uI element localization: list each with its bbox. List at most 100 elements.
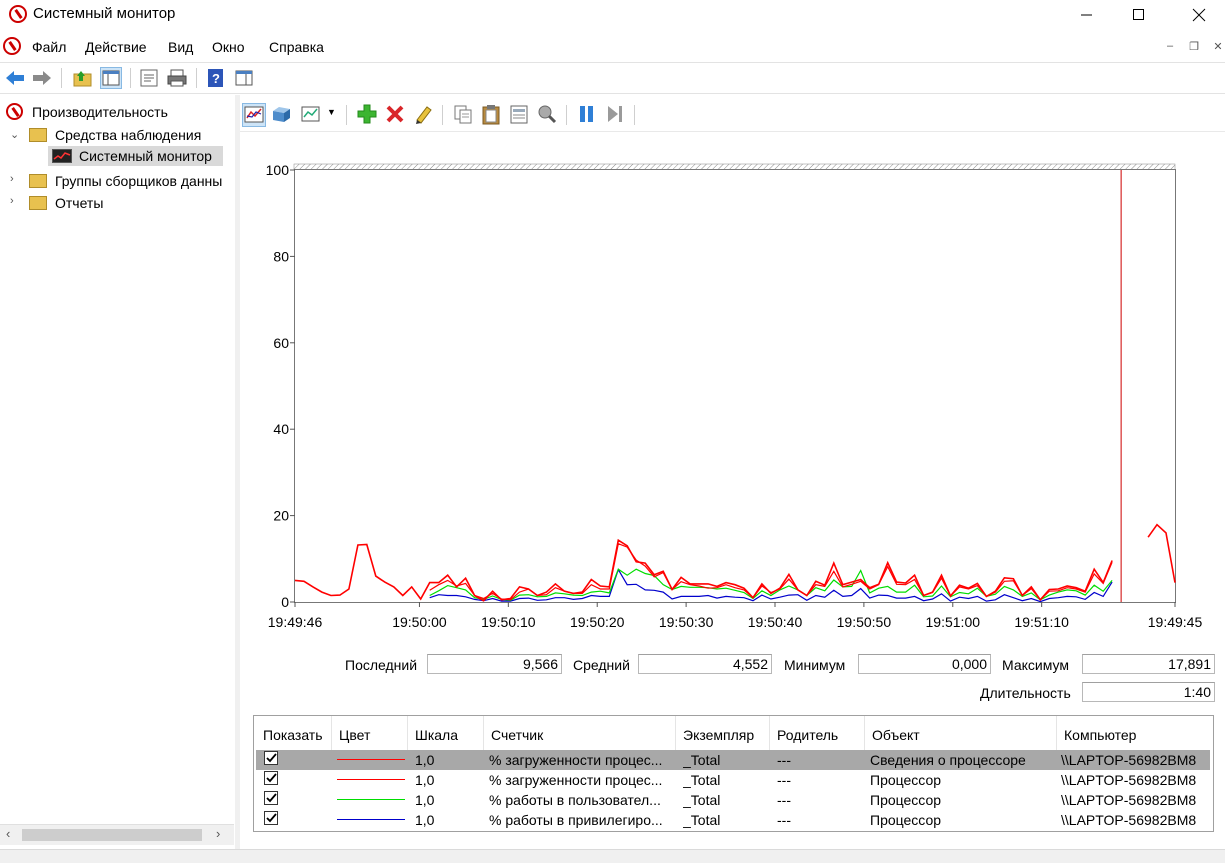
column-header-instance[interactable]: Экземпляр: [683, 727, 754, 743]
freeze-display-button[interactable]: [576, 103, 600, 127]
minimize-icon: [1081, 14, 1092, 16]
menu-view[interactable]: Вид: [168, 39, 193, 55]
column-header-parent[interactable]: Родитель: [777, 727, 838, 743]
x-tick-label: 19:49:45: [1148, 614, 1203, 630]
legend-row[interactable]: 1,0 % загруженности процес... _Total ---…: [256, 770, 1210, 790]
computer-cell: \\LAPTOP-56982BM8: [1061, 772, 1197, 788]
collapsed-chevron-icon[interactable]: ›: [10, 195, 14, 207]
legend-row-selected[interactable]: 1,0 % загруженности процес... _Total ---…: [256, 750, 1210, 770]
mmc-menu-icon[interactable]: [3, 37, 21, 55]
menu-window[interactable]: Окно: [212, 39, 245, 55]
column-header-color[interactable]: Цвет: [339, 727, 370, 743]
menu-action[interactable]: Действие: [85, 39, 147, 55]
counter-cell: % работы в пользовател...: [489, 792, 661, 808]
column-header-show[interactable]: Показать: [263, 727, 323, 743]
show-action-pane-button[interactable]: [233, 67, 255, 89]
scroll-left-icon[interactable]: ‹: [6, 826, 10, 841]
collapsed-chevron-icon[interactable]: ›: [10, 173, 14, 185]
scale-cell: 1,0: [415, 752, 435, 768]
child-restore-button[interactable]: ❐: [1184, 40, 1204, 56]
instance-cell: _Total: [683, 812, 721, 828]
last-label: Последний: [345, 657, 418, 673]
menu-help[interactable]: Справка: [269, 39, 324, 55]
counter-legend: Показать Цвет Шкала Счетчик Экземпляр Ро…: [253, 715, 1214, 832]
back-button[interactable]: [4, 67, 26, 89]
properties-button[interactable]: [508, 103, 532, 127]
update-data-button[interactable]: [604, 103, 628, 127]
object-cell: Сведения о процессоре: [870, 752, 1026, 768]
help-icon: ?: [208, 69, 223, 87]
tree-item-system-monitor[interactable]: Системный монитор: [48, 146, 223, 166]
main-toolbar: ?: [0, 62, 1225, 94]
parent-cell: ---: [777, 812, 791, 828]
column-header-object[interactable]: Объект: [872, 727, 920, 743]
checkmark-icon: [266, 753, 277, 763]
column-header-counter[interactable]: Счетчик: [491, 727, 543, 743]
last-value: 9,566: [427, 654, 562, 674]
scale-cell: 1,0: [415, 772, 435, 788]
child-minimize-button[interactable]: ‒: [1160, 40, 1180, 56]
maximum-value: 17,891: [1082, 654, 1215, 674]
view-graph-button[interactable]: [242, 103, 266, 127]
view-current-activity-button[interactable]: [270, 103, 294, 127]
zoom-button[interactable]: [536, 103, 560, 127]
performance-chart[interactable]: 100806040200 19:49:46 19:50:00 19:50:10 19:…: [240, 155, 1225, 695]
average-value: 4,552: [638, 654, 772, 674]
graph-toolbar: ▼: [240, 99, 1225, 132]
scale-cell: 1,0: [415, 792, 435, 808]
maximize-button[interactable]: [1116, 0, 1162, 30]
up-level-button[interactable]: [72, 67, 94, 89]
computer-cell: \\LAPTOP-56982BM8: [1061, 812, 1197, 828]
instance-cell: _Total: [683, 792, 721, 808]
scroll-thumb[interactable]: [22, 829, 202, 841]
counter-cell: % работы в привилегиро...: [489, 812, 663, 828]
title-bar: Системный монитор: [0, 0, 1225, 30]
minimize-button[interactable]: [1064, 0, 1110, 30]
show-checkbox[interactable]: [264, 751, 278, 765]
expand-chevron-icon[interactable]: ⌄: [10, 128, 19, 141]
menu-file[interactable]: Файл: [32, 39, 66, 55]
paste-icon: [482, 105, 500, 125]
counter-cell: % загруженности процес...: [489, 772, 663, 788]
forward-button[interactable]: [31, 67, 53, 89]
show-checkbox[interactable]: [264, 811, 278, 825]
parent-cell: ---: [777, 792, 791, 808]
highlight-button[interactable]: [412, 103, 436, 127]
dropdown-arrow-icon[interactable]: ▼: [327, 107, 336, 117]
checkmark-icon: [266, 793, 277, 803]
app-icon[interactable]: [9, 5, 27, 23]
line-graph-icon: [244, 106, 264, 123]
forward-arrow-icon: [33, 71, 51, 85]
show-checkbox[interactable]: [264, 771, 278, 785]
properties-button[interactable]: [138, 67, 160, 89]
folder-icon: [29, 128, 47, 142]
copy-properties-button[interactable]: [452, 103, 476, 127]
x-tick-label: 19:50:00: [392, 614, 447, 630]
svg-text:?: ?: [212, 71, 220, 86]
x-tick-label: 19:50:40: [748, 614, 803, 630]
x-tick-label: 19:50:20: [570, 614, 625, 630]
print-button[interactable]: [166, 67, 188, 89]
magnifier-icon: [538, 105, 557, 124]
add-counter-button[interactable]: [356, 103, 380, 127]
minimum-label: Минимум: [784, 657, 846, 673]
checkmark-icon: [266, 813, 277, 823]
close-button[interactable]: [1176, 0, 1222, 30]
column-header-computer[interactable]: Компьютер: [1064, 727, 1136, 743]
tree-horizontal-scrollbar[interactable]: ‹ ›: [0, 824, 234, 845]
paste-counter-list-button[interactable]: [480, 103, 504, 127]
counter-cell: % загруженности процес...: [489, 752, 663, 768]
help-button[interactable]: ?: [205, 67, 227, 89]
console-tree: Производительность ⌄ Средства наблюдения…: [0, 95, 236, 849]
delete-counter-button[interactable]: [384, 103, 408, 127]
column-header-scale[interactable]: Шкала: [415, 727, 458, 743]
show-checkbox[interactable]: [264, 791, 278, 805]
change-graph-type-button[interactable]: ▼: [300, 103, 336, 127]
scroll-right-icon[interactable]: ›: [216, 826, 220, 841]
action-pane-icon: [235, 70, 253, 86]
legend-row[interactable]: 1,0 % работы в пользовател... _Total ---…: [256, 790, 1210, 810]
show-hide-tree-button[interactable]: [100, 67, 122, 89]
child-close-button[interactable]: ✕: [1208, 40, 1225, 56]
performance-icon: [6, 103, 23, 120]
legend-row[interactable]: 1,0 % работы в привилегиро... _Total ---…: [256, 810, 1210, 830]
